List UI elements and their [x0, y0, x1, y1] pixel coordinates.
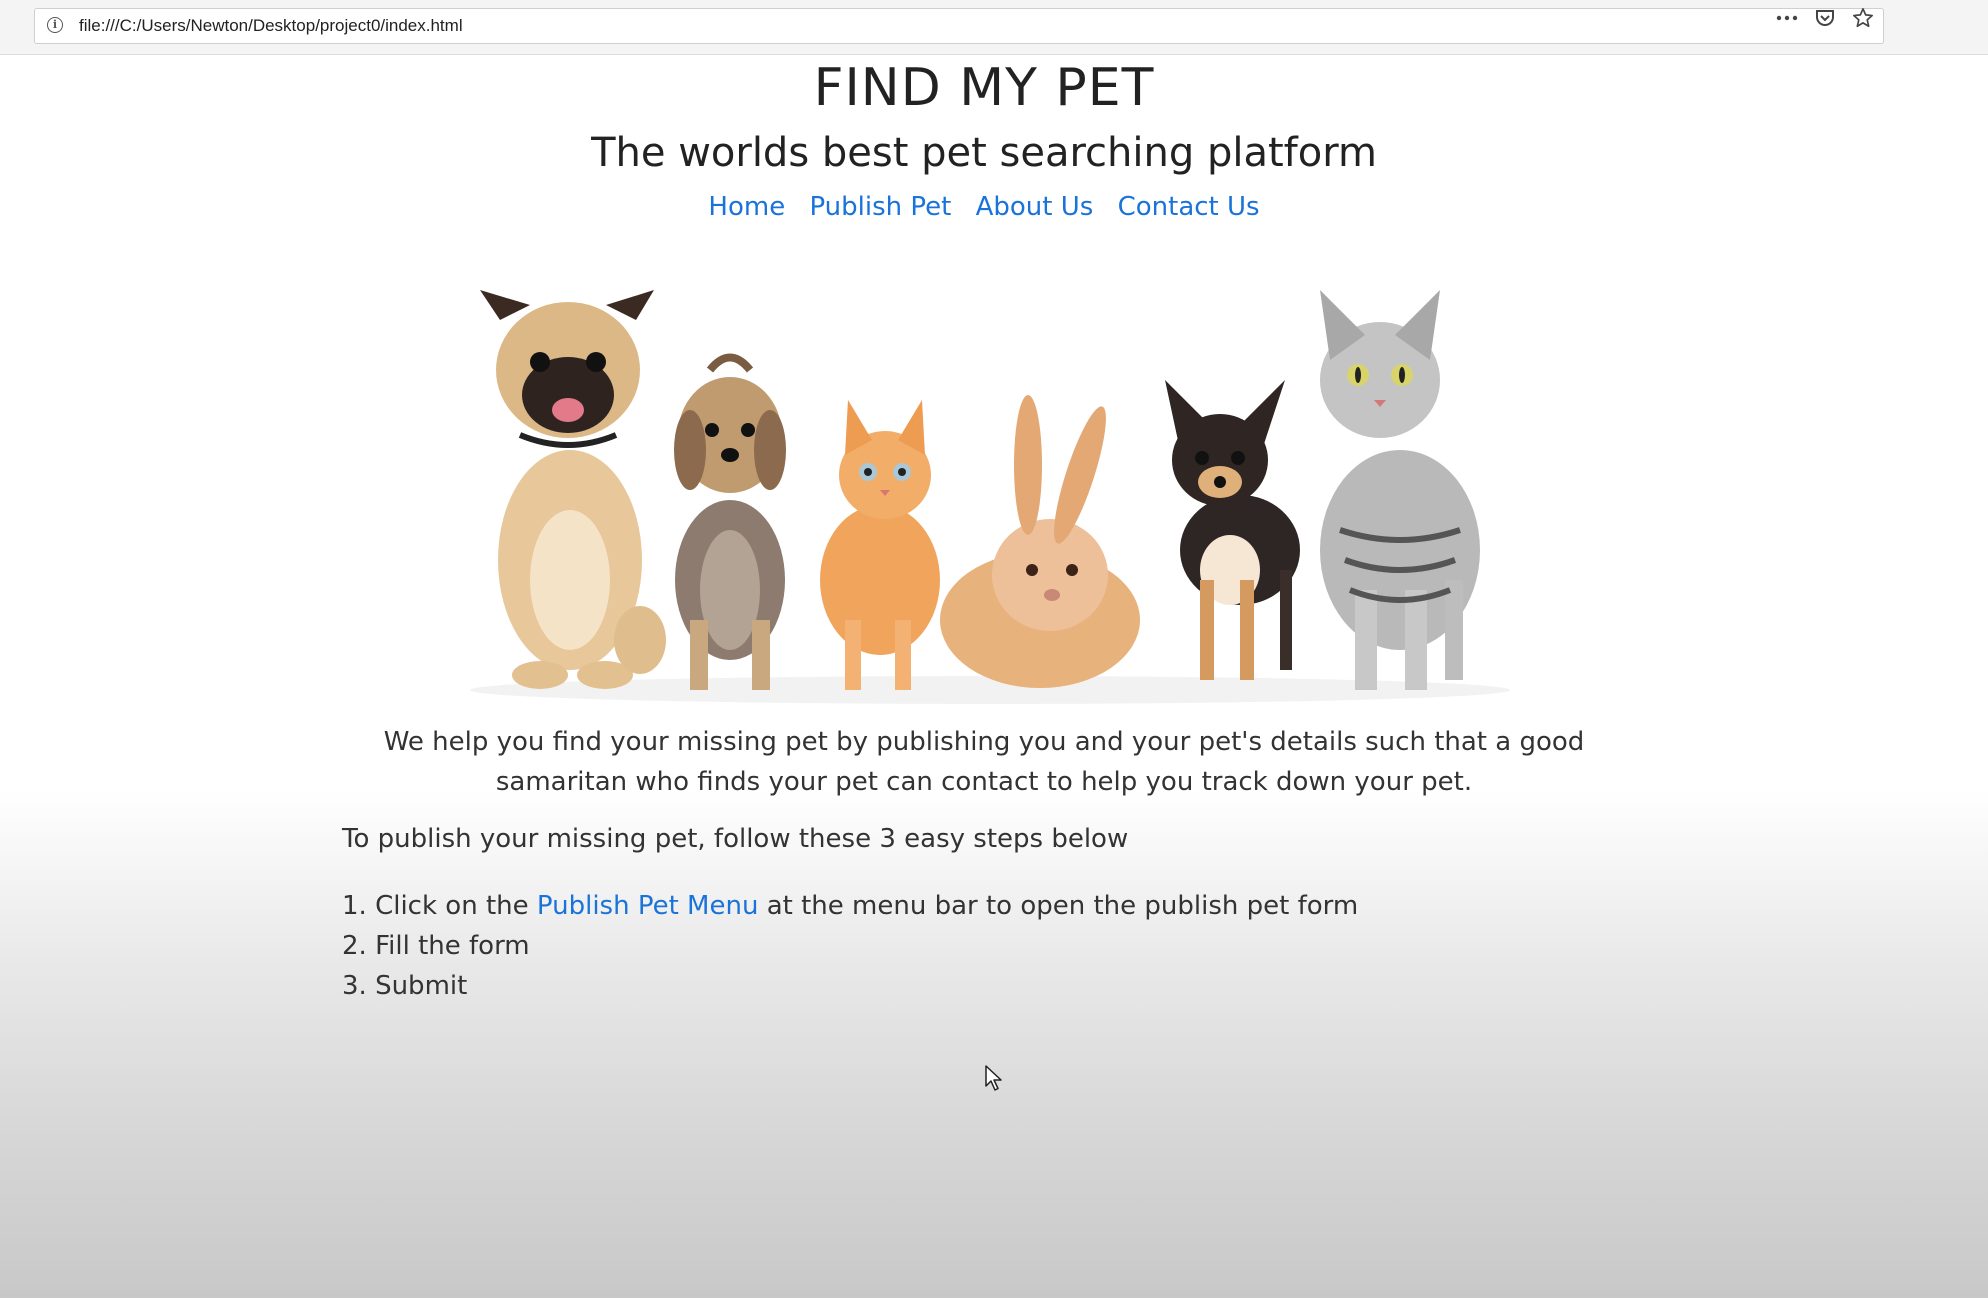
nav-link-contact-us[interactable]: Contact Us: [1118, 192, 1260, 222]
step-text-pre: Click on the: [375, 891, 537, 921]
step-number: 3.: [342, 971, 367, 1001]
publish-pet-menu-link[interactable]: Publish Pet Menu: [537, 891, 759, 921]
nav-link-about-us[interactable]: About Us: [976, 192, 1094, 222]
step-item-3: 3. Submit: [342, 966, 1358, 1006]
step-item-2: 2. Fill the form: [342, 926, 1358, 966]
step-number: 1.: [342, 891, 367, 921]
address-bar[interactable]: i file:///C:/Users/Newton/Desktop/projec…: [34, 8, 1884, 44]
steps-list: 1. Click on the Publish Pet Menu at the …: [342, 886, 1358, 1006]
info-icon[interactable]: i: [47, 17, 63, 33]
step-number: 2.: [342, 931, 367, 961]
steps-intro-text: To publish your missing pet, follow thes…: [342, 824, 1129, 854]
step-text: Fill the form: [375, 931, 530, 961]
step-item-1: 1. Click on the Publish Pet Menu at the …: [342, 886, 1358, 926]
more-icon[interactable]: [1774, 5, 1800, 31]
page-title: FIND MY PET: [813, 58, 1155, 118]
url-text[interactable]: file:///C:/Users/Newton/Desktop/project0…: [79, 16, 463, 36]
nav-link-publish-pet[interactable]: Publish Pet: [809, 192, 951, 222]
intro-text: We help you find your missing pet by pub…: [383, 727, 1585, 797]
nav-link-home[interactable]: Home: [708, 192, 785, 222]
bookmark-star-icon[interactable]: [1850, 5, 1876, 31]
step-text: Submit: [375, 971, 468, 1001]
pets-banner-image: [440, 250, 1540, 710]
browser-toolbar: i file:///C:/Users/Newton/Desktop/projec…: [0, 0, 1988, 55]
main-nav: Home Publish Pet About Us Contact Us: [0, 192, 1968, 222]
toolbar-actions: [1774, 5, 1876, 31]
step-text-post: at the menu bar to open the publish pet …: [758, 891, 1359, 921]
pocket-icon[interactable]: [1812, 5, 1838, 31]
page-subtitle: The worlds best pet searching platform: [591, 130, 1377, 176]
mouse-cursor-icon: [985, 1065, 1002, 1091]
